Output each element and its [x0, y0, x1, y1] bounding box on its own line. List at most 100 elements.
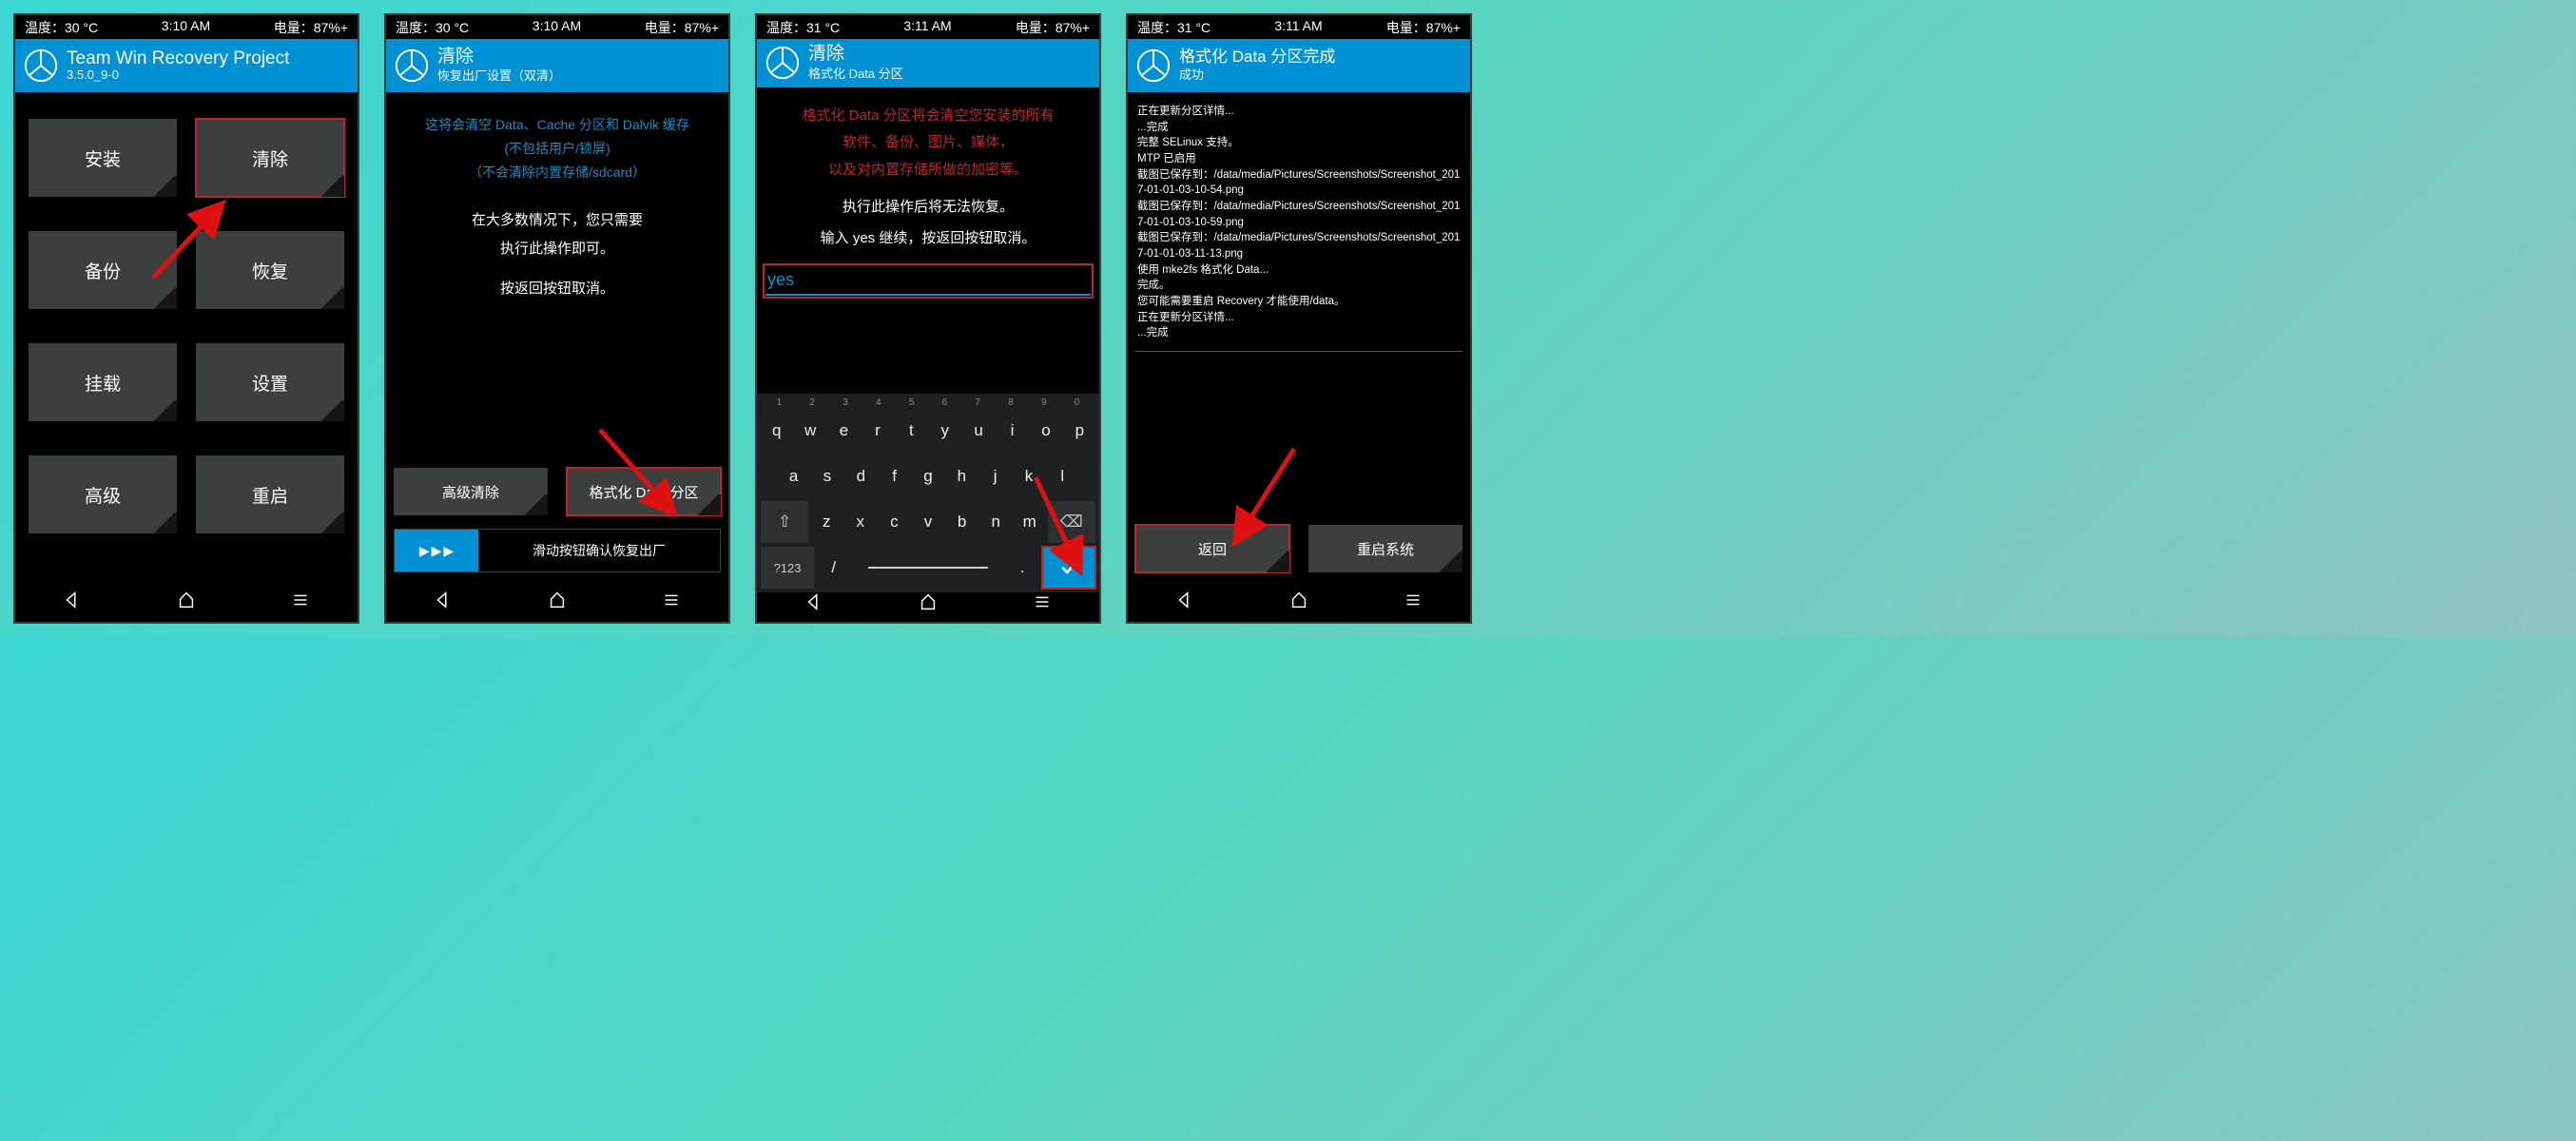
page-title: 清除 [437, 48, 561, 67]
key-c[interactable]: c [879, 501, 911, 543]
key-x[interactable]: x [844, 501, 877, 543]
title-bar: Team Win Recovery Project 3.5.0_9-0 [15, 39, 358, 92]
button-label: 重启系统 [1357, 539, 1414, 559]
key-e[interactable]: e [828, 410, 860, 452]
nav-back-icon[interactable] [433, 590, 454, 613]
info-line: (不包括用户/锁屏) [394, 137, 721, 161]
kb-number-hints: 1234567890 [759, 397, 1097, 408]
key-v[interactable]: v [912, 501, 944, 543]
back-button[interactable]: 返回 [1135, 525, 1289, 572]
slider-knob[interactable]: ▶▶▶ [395, 530, 478, 571]
warn-line: 软件、备份、图片、媒体， [765, 129, 1092, 157]
warn-line: 格式化 Data 分区将会清空您安装的所有 [765, 103, 1092, 130]
key-symbols[interactable]: ?123 [761, 547, 814, 589]
key-g[interactable]: g [912, 455, 943, 497]
nav-home-icon[interactable] [918, 591, 939, 615]
nav-back-icon[interactable] [1174, 590, 1195, 613]
key-n[interactable]: n [979, 501, 1012, 543]
key-i[interactable]: i [997, 410, 1028, 452]
nav-menu-icon[interactable] [1403, 590, 1424, 613]
nav-menu-icon[interactable] [290, 590, 311, 613]
page-title: 清除 [808, 45, 903, 64]
format-info: 执行此操作后将无法恢复。 输入 yes 继续，按返回按钮取消。 [765, 191, 1092, 254]
key-a[interactable]: a [778, 455, 809, 497]
log-line: 使用 mke2fs 格式化 Data... [1137, 262, 1461, 279]
log-line: 截图已保存到：/data/media/Pictures/Screenshots/… [1137, 230, 1461, 261]
log-line: MTP 已启用 [1137, 151, 1461, 167]
status-bar: 温度：31 °C 3:11 AM 电量：87%+ [757, 15, 1099, 39]
wipe-info-blue: 这将会清空 Data、Cache 分区和 Dalvik 缓存 (不包括用户/锁屏… [394, 100, 721, 185]
tile-reboot[interactable]: 重启 [196, 455, 344, 533]
key-shift[interactable]: ⇧ [761, 501, 808, 543]
key-r[interactable]: r [862, 410, 893, 452]
tile-mount[interactable]: 挂载 [29, 343, 177, 421]
key-dot[interactable]: . [1005, 547, 1040, 589]
status-time: 3:10 AM [162, 18, 210, 37]
nav-bar [1128, 580, 1470, 622]
warn-line: 以及对内置存储所做的加密等。 [765, 157, 1092, 184]
tile-install[interactable]: 安装 [29, 119, 177, 197]
key-l[interactable]: l [1047, 455, 1078, 497]
confirm-input-wrap [765, 265, 1092, 297]
key-f[interactable]: f [879, 455, 910, 497]
screen-wipe: 温度：30 °C 3:10 AM 电量：87%+ 清除 恢复出厂设置（双清） 这… [384, 13, 730, 624]
keyboard: 1234567890 qwertyuiop asdfghjkl ⇧ zxcvbn… [757, 394, 1099, 592]
key-backspace[interactable]: ⌫ [1048, 501, 1095, 543]
key-enter[interactable] [1042, 547, 1095, 589]
tile-wipe[interactable]: 清除 [196, 119, 344, 197]
info-line: （不会清除内置存储/sdcard） [394, 161, 721, 184]
nav-home-icon[interactable] [176, 590, 197, 613]
nav-back-icon[interactable] [804, 591, 824, 615]
app-title: Team Win Recovery Project [67, 49, 289, 68]
key-m[interactable]: m [1014, 501, 1046, 543]
key-u[interactable]: u [962, 410, 994, 452]
key-o[interactable]: o [1030, 410, 1061, 452]
status-temp: 温度：31 °C [766, 18, 840, 37]
nav-menu-icon[interactable] [661, 590, 682, 613]
key-z[interactable]: z [810, 501, 843, 543]
page-subtitle: 成功 [1179, 65, 1335, 83]
swipe-slider[interactable]: ▶▶▶ 滑动按钮确认恢复出厂 [394, 529, 721, 572]
screen-format-confirm: 温度：31 °C 3:11 AM 电量：87%+ 清除 格式化 Data 分区 … [755, 13, 1101, 624]
key-d[interactable]: d [845, 455, 877, 497]
key-h[interactable]: h [946, 455, 978, 497]
nav-menu-icon[interactable] [1032, 591, 1053, 615]
nav-back-icon[interactable] [62, 590, 83, 613]
info-line: 输入 yes 继续，按返回按钮取消。 [765, 222, 1092, 254]
key-k[interactable]: k [1013, 455, 1044, 497]
key-space[interactable] [853, 547, 1002, 589]
wipe-info-white: 在大多数情况下，您只需要 执行此操作即可。 按返回按钮取消。 [394, 206, 721, 303]
status-time: 3:11 AM [903, 18, 951, 37]
tile-advanced[interactable]: 高级 [29, 455, 177, 533]
key-j[interactable]: j [979, 455, 1011, 497]
key-s[interactable]: s [811, 455, 843, 497]
key-slash[interactable]: / [816, 547, 851, 589]
status-batt: 电量：87%+ [1386, 18, 1461, 37]
key-p[interactable]: p [1064, 410, 1095, 452]
status-time: 3:10 AM [533, 18, 581, 37]
tile-backup[interactable]: 备份 [29, 231, 177, 309]
tile-label: 设置 [252, 370, 288, 396]
format-data-button[interactable]: 格式化 Data 分区 [567, 468, 721, 515]
screen-main: 温度：30 °C 3:10 AM 电量：87%+ Team Win Recove… [13, 13, 359, 624]
key-b[interactable]: b [946, 501, 978, 543]
title-bar: 格式化 Data 分区完成 成功 [1128, 39, 1470, 92]
tile-settings[interactable]: 设置 [196, 343, 344, 421]
tile-restore[interactable]: 恢复 [196, 231, 344, 309]
reboot-system-button[interactable]: 重启系统 [1308, 525, 1462, 572]
log-line: 完成。 [1137, 278, 1461, 294]
title-bar: 清除 恢复出厂设置（双清） [386, 39, 728, 92]
key-y[interactable]: y [929, 410, 960, 452]
advanced-wipe-button[interactable]: 高级清除 [394, 468, 548, 515]
key-q[interactable]: q [761, 410, 792, 452]
nav-home-icon[interactable] [1288, 590, 1309, 613]
nav-home-icon[interactable] [547, 590, 568, 613]
key-t[interactable]: t [896, 410, 927, 452]
confirm-input[interactable] [765, 266, 1091, 296]
app-version: 3.5.0_9-0 [67, 68, 289, 82]
status-batt: 电量：87%+ [645, 18, 719, 37]
key-w[interactable]: w [794, 410, 825, 452]
tile-label: 恢复 [252, 258, 288, 283]
tile-label: 高级 [85, 482, 121, 508]
status-bar: 温度：30 °C 3:10 AM 电量：87%+ [386, 15, 728, 39]
